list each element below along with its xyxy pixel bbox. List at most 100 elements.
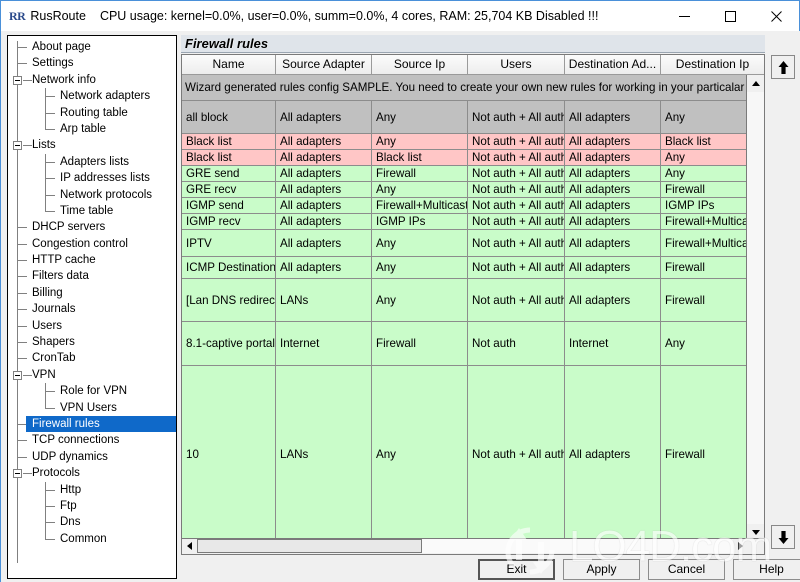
maximize-button[interactable] [707, 1, 753, 31]
table-cell[interactable]: All adapters [276, 198, 372, 213]
table-cell[interactable]: Firewall [661, 279, 748, 321]
table-cell[interactable]: All adapters [565, 198, 661, 213]
table-cell[interactable]: Firewall+Multicast [372, 198, 468, 213]
sidebar-item-about-page[interactable]: About page [8, 39, 176, 55]
table-cell[interactable]: All adapters [276, 230, 372, 256]
table-cell[interactable]: IPTV [182, 230, 276, 256]
sidebar-item-http-cache[interactable]: HTTP cache [8, 252, 176, 268]
table-cell[interactable]: 10 [182, 366, 276, 541]
table-cell[interactable]: All adapters [276, 166, 372, 181]
firewall-rules-grid[interactable]: NameSource AdapterSource IpUsersDestinat… [181, 54, 765, 555]
table-cell[interactable]: All adapters [565, 101, 661, 133]
table-cell[interactable]: Not auth + All auth [468, 182, 565, 197]
table-cell[interactable]: Any [661, 322, 748, 365]
sidebar-item-journals[interactable]: Journals [8, 301, 176, 317]
table-row[interactable]: all blockAll adaptersAnyNot auth + All a… [182, 101, 748, 134]
table-cell[interactable]: All adapters [276, 150, 372, 165]
sidebar-item-dns[interactable]: Dns [8, 514, 176, 530]
sidebar-item-http[interactable]: Http [8, 482, 176, 498]
navigation-tree[interactable]: About pageSettingsNetwork infoNetwork ad… [7, 35, 177, 579]
table-cell[interactable]: Not auth + All auth [468, 214, 565, 229]
table-cell[interactable]: All adapters [565, 166, 661, 181]
table-cell[interactable]: Not auth + All auth [468, 166, 565, 181]
table-row[interactable]: IGMP recvAll adaptersIGMP IPsNot auth + … [182, 214, 748, 230]
grid-note-row[interactable]: Wizard generated rules config SAMPLE. Yo… [182, 75, 748, 101]
sidebar-item-lists[interactable]: Lists [8, 137, 176, 153]
tree-expander-icon[interactable] [13, 371, 22, 380]
sidebar-item-shapers[interactable]: Shapers [8, 334, 176, 350]
table-row[interactable]: Black listAll adaptersBlack listNot auth… [182, 150, 748, 166]
table-row[interactable]: GRE recvAll adaptersAnyNot auth + All au… [182, 182, 748, 198]
table-cell[interactable]: All adapters [565, 214, 661, 229]
table-row[interactable]: ICMP Destination UAll adaptersAnyNot aut… [182, 257, 748, 279]
grid-vertical-scrollbar[interactable] [746, 75, 764, 541]
table-cell[interactable]: Any [372, 101, 468, 133]
hscroll-left-button[interactable] [182, 539, 197, 553]
table-cell[interactable]: Not auth + All auth [468, 257, 565, 278]
table-cell[interactable]: GRE recv [182, 182, 276, 197]
table-cell[interactable]: Any [372, 182, 468, 197]
table-cell[interactable]: All adapters [276, 214, 372, 229]
table-cell[interactable]: All adapters [565, 257, 661, 278]
sidebar-item-ftp[interactable]: Ftp [8, 498, 176, 514]
sidebar-item-dhcp-servers[interactable]: DHCP servers [8, 219, 176, 235]
help-button[interactable]: Help [733, 559, 800, 580]
sidebar-item-crontab[interactable]: CronTab [8, 350, 176, 366]
sidebar-item-congestion-control[interactable]: Congestion control [8, 236, 176, 252]
sidebar-item-tcp-connections[interactable]: TCP connections [8, 432, 176, 448]
tree-expander-icon[interactable] [13, 141, 22, 150]
cancel-button[interactable]: Cancel [648, 559, 725, 580]
table-cell[interactable]: Any [372, 366, 468, 541]
table-row[interactable]: IGMP sendAll adaptersFirewall+MulticastN… [182, 198, 748, 214]
table-cell[interactable]: Not auth + All auth [468, 230, 565, 256]
table-cell[interactable]: Internet [565, 322, 661, 365]
table-cell[interactable]: Not auth + All auth [468, 279, 565, 321]
minimize-button[interactable] [661, 1, 707, 31]
table-cell[interactable]: LANs [276, 279, 372, 321]
table-row[interactable]: 10LANsAnyNot auth + All authAll adapters… [182, 366, 748, 541]
table-cell[interactable]: [Lan DNS redirect] [182, 279, 276, 321]
close-button[interactable] [753, 1, 799, 31]
table-cell[interactable]: All adapters [276, 134, 372, 149]
sidebar-item-ip-addresses-lists[interactable]: IP addresses lists [8, 170, 176, 186]
table-cell[interactable]: Not auth + All auth [468, 150, 565, 165]
table-cell[interactable]: Firewall [372, 166, 468, 181]
table-cell[interactable]: Firewall+Multicast [661, 230, 748, 256]
sidebar-item-network-adapters[interactable]: Network adapters [8, 88, 176, 104]
table-cell[interactable]: Any [661, 101, 748, 133]
table-cell[interactable]: Any [372, 134, 468, 149]
sidebar-item-time-table[interactable]: Time table [8, 203, 176, 219]
table-cell[interactable]: GRE send [182, 166, 276, 181]
table-cell[interactable]: Firewall+Multicast [661, 214, 748, 229]
table-cell[interactable]: Not auth + All auth [468, 198, 565, 213]
table-cell[interactable]: 8.1-captive portal fo [182, 322, 276, 365]
column-header-users[interactable]: Users [468, 55, 565, 75]
grid-horizontal-scrollbar[interactable] [182, 538, 765, 554]
table-cell[interactable]: Any [661, 166, 748, 181]
sidebar-item-firewall-rules[interactable]: Firewall rules [26, 416, 176, 432]
table-cell[interactable]: All adapters [276, 257, 372, 278]
hscroll-track[interactable] [197, 539, 733, 553]
table-cell[interactable]: All adapters [276, 101, 372, 133]
table-cell[interactable]: Firewall [372, 322, 468, 365]
sidebar-item-users[interactable]: Users [8, 318, 176, 334]
table-cell[interactable]: all block [182, 101, 276, 133]
table-cell[interactable]: Not auth [468, 322, 565, 365]
table-cell[interactable]: All adapters [565, 150, 661, 165]
table-cell[interactable]: IGMP IPs [661, 198, 748, 213]
table-cell[interactable]: Firewall [661, 366, 748, 541]
hscroll-right-button[interactable] [733, 539, 748, 553]
table-row[interactable]: [Lan DNS redirect]LANsAnyNot auth + All … [182, 279, 748, 322]
tree-expander-icon[interactable] [13, 76, 22, 85]
table-cell[interactable]: All adapters [565, 134, 661, 149]
table-row[interactable]: Black listAll adaptersAnyNot auth + All … [182, 134, 748, 150]
table-cell[interactable]: Black list [182, 150, 276, 165]
tree-expander-icon[interactable] [13, 469, 22, 478]
sidebar-item-routing-table[interactable]: Routing table [8, 105, 176, 121]
table-cell[interactable]: All adapters [276, 182, 372, 197]
table-cell[interactable]: IGMP IPs [372, 214, 468, 229]
sidebar-item-vpn-users[interactable]: VPN Users [8, 400, 176, 416]
table-cell[interactable]: All adapters [565, 230, 661, 256]
sidebar-item-filters-data[interactable]: Filters data [8, 268, 176, 284]
apply-button[interactable]: Apply [563, 559, 640, 580]
